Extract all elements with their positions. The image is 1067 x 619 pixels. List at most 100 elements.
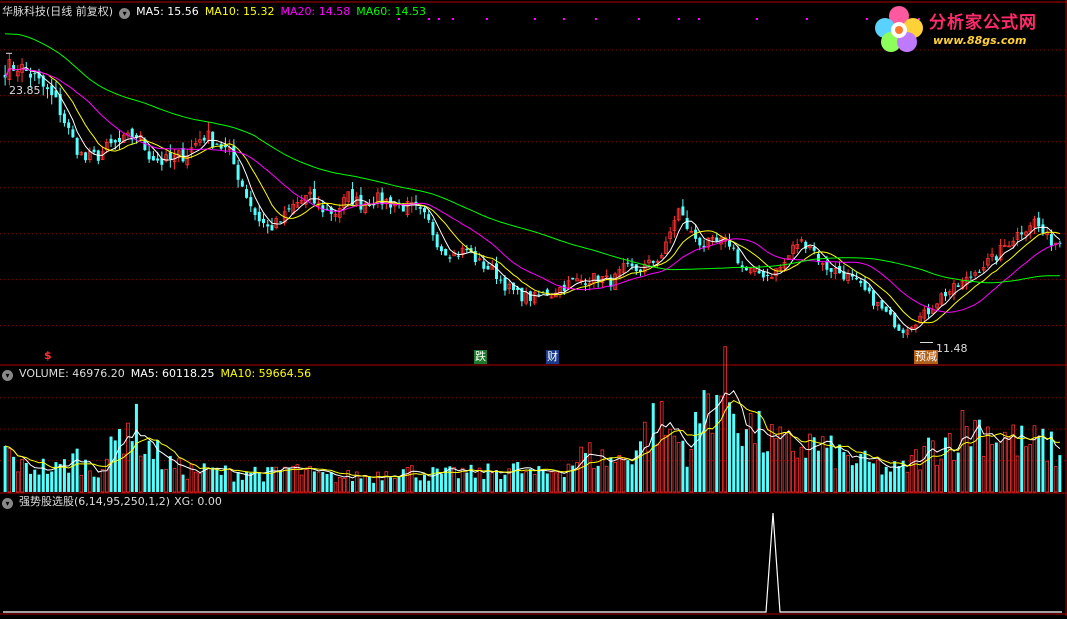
volume-bar [905,471,910,493]
candle-body [1041,224,1045,234]
volume-bar [859,453,863,492]
chart-canvas[interactable] [0,0,1067,616]
volume-bar [147,440,151,492]
candle-body [859,280,863,284]
volume-bar [16,471,20,493]
volume-bar [867,461,871,492]
volume-bar [84,459,88,492]
volume-bar [998,441,1003,493]
candle-body [825,261,829,270]
volume-bar [24,462,28,492]
volume-bar [312,471,316,492]
volume-bar [1015,455,1020,493]
volume-bar [626,460,630,492]
volume-bar [389,477,393,492]
volume-bar [871,463,875,492]
volume-bar [927,437,931,492]
volume-bar [439,473,443,492]
candle-body [312,188,316,204]
volume-bar [333,482,338,493]
volume-bar [1007,436,1011,493]
volume-bar [372,482,376,492]
candle-body [503,277,507,291]
volume-bar [664,434,668,493]
ma10-line [4,68,1061,324]
volume-bar [922,445,927,493]
candle-body [499,279,503,281]
volume-bar [761,452,765,492]
volume-bar [740,446,744,492]
xg-readout: XG: 0.00 [174,495,222,508]
candle-body [147,151,151,160]
volume-bar [185,478,190,493]
volume-bar [875,459,880,493]
candle-body [232,145,236,165]
volume-ma5-readout: MA5: 60118.25 [130,367,215,380]
volume-bar [956,452,960,492]
volume-bar [532,474,537,493]
volume-bar [393,478,397,493]
volume-bar [689,449,694,493]
candle-body [151,156,155,161]
volume-bar [405,467,410,493]
signal-dot [678,18,680,20]
volume-menu-icon[interactable]: ▾ [2,370,13,381]
candle-body [884,306,888,312]
volume-bar [308,466,312,493]
volume-bar [986,426,990,493]
volume-bar [54,462,58,492]
candle-body [448,257,452,259]
volume-bar [465,472,469,492]
volume-bar [121,453,126,493]
indicator-menu-icon[interactable]: ▾ [2,498,13,509]
signal-dot [698,18,700,20]
event-marker-yujian[interactable]: 预减 [914,350,938,364]
volume-bar [782,432,787,493]
candle-body [215,143,219,145]
volume-bar [888,471,892,492]
volume-bar [812,437,816,492]
signal-dot [866,18,868,20]
candle-body [287,208,291,210]
ma20-readout: MA20: 14.58 [280,5,351,18]
volume-bar [558,471,562,493]
candle-body [871,290,875,306]
volume-bar [753,443,757,493]
volume-bar [944,437,948,492]
volume-bar [736,433,740,492]
volume-bar [363,475,367,493]
event-marker-s[interactable]: $ [43,349,53,363]
signal-dot [595,18,597,20]
volume-bar [211,467,215,492]
volume-bar [325,474,329,492]
signal-dot [563,18,565,20]
event-marker-die[interactable]: 跌 [474,350,487,364]
volume-bar [384,471,389,493]
indicator-name[interactable]: 强势股选股(6,14,95,250,1,2) [19,495,170,508]
event-marker-cai[interactable]: 财 [546,350,559,364]
candle-body [245,189,249,198]
volume-bar [596,465,600,492]
volume-bar [67,472,71,492]
volume-bar [528,469,532,492]
ma20-line [4,68,1061,313]
candle-body [156,158,160,161]
candle-body [583,283,587,285]
volume-bar [642,421,647,493]
signal-dot [756,18,758,20]
candle-body [927,307,931,315]
candle-body [109,138,113,144]
volume-bar [96,477,100,492]
signal-dot [452,18,454,20]
panel-menu-icon[interactable]: ▾ [119,8,131,19]
volume-bar [198,472,202,493]
volume-readout: VOLUME: 46976.20 [19,367,125,380]
volume-bar [613,461,617,493]
volume-bar [380,480,384,492]
volume-bar [431,467,435,492]
candle-body [855,277,859,280]
volume-bar [702,390,706,492]
candle-body [685,218,689,229]
volume-bar [448,466,452,492]
stock-title[interactable]: 华脉科技(日线 前复权) [2,5,113,18]
